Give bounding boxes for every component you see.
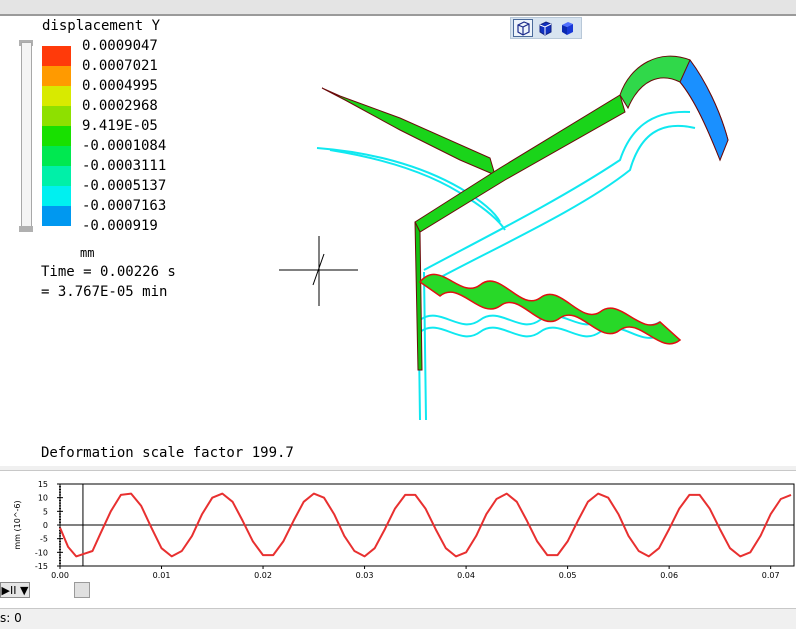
y-tick-label: 10 xyxy=(38,494,48,503)
y-tick-label: 5 xyxy=(43,507,48,516)
play-pause-button[interactable]: ▶II ▼ xyxy=(0,582,30,598)
y-tick-label: 0 xyxy=(43,521,48,530)
top-toolbar xyxy=(0,0,796,16)
deformed-model-view[interactable] xyxy=(0,16,796,466)
x-tick-label: 0.03 xyxy=(356,571,374,580)
y-tick-label: 15 xyxy=(38,480,48,489)
axis-triad xyxy=(279,236,358,306)
x-tick-label: 0.06 xyxy=(660,571,678,580)
x-tick-label: 0.07 xyxy=(762,571,780,580)
y-tick-label: -5 xyxy=(40,535,48,544)
x-tick-label: 0.00 xyxy=(51,571,69,580)
y-tick-label: -15 xyxy=(35,562,48,571)
x-tick-label: 0.01 xyxy=(153,571,171,580)
time-slider-thumb[interactable] xyxy=(74,582,90,598)
history-plot[interactable]: 15 10 5 0 -5 -10 -150.00 0.01 0.02 0.03 0.04 0.05 0.… xyxy=(0,470,796,582)
play-pause-icon: ▶II ▼ xyxy=(1,583,29,597)
x-tick-label: 0.02 xyxy=(254,571,272,580)
x-tick-label: 0.04 xyxy=(457,571,475,580)
undeformed-outline xyxy=(316,110,696,421)
y-axis-label: mm (10^-6) xyxy=(13,500,22,549)
status-text: s: 0 xyxy=(0,611,22,625)
x-tick-label: 0.05 xyxy=(559,571,577,580)
deformed-mesh xyxy=(321,55,729,371)
y-tick-label: -10 xyxy=(35,548,48,557)
status-bar: s: 0 xyxy=(0,608,796,629)
